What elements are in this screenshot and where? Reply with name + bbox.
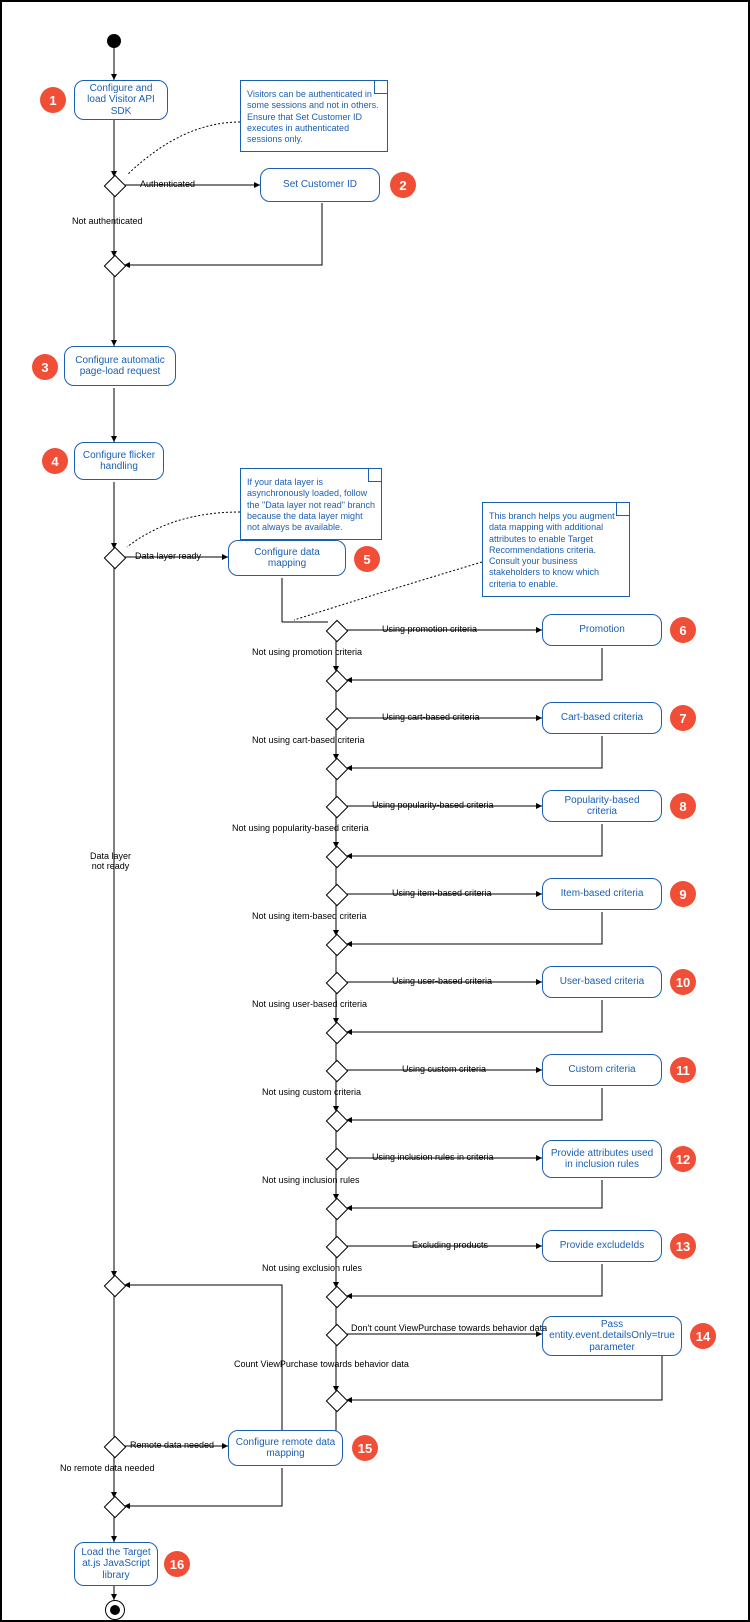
step-1: Configure and load Visitor API SDK: [74, 80, 168, 120]
step-3: Configure automatic page-load request: [64, 346, 176, 386]
label-dcv: Don't count ViewPurchase towards behavio…: [351, 1324, 547, 1334]
badge-10: 10: [670, 969, 696, 995]
label-nucb: Not using cart-based criteria: [252, 736, 365, 746]
badge-12: 12: [670, 1146, 696, 1172]
label-uib: Using item-based criteria: [392, 889, 492, 899]
note-1: Visitors can be authenticated in some se…: [240, 80, 388, 152]
step-9: Item-based criteria: [542, 878, 662, 910]
label-not-authenticated: Not authenticated: [72, 217, 143, 227]
end-node: [105, 1600, 125, 1620]
label-nupc: Not using promotion criteria: [252, 648, 362, 658]
label-nupb: Not using popularity-based criteria: [232, 824, 369, 834]
note-3: This branch helps you augment data mappi…: [482, 502, 630, 597]
badge-5: 5: [354, 546, 380, 572]
badge-9: 9: [670, 881, 696, 907]
step-11: Custom criteria: [542, 1054, 662, 1086]
step-4: Configure flicker handling: [74, 442, 164, 480]
label-nuub: Not using user-based criteria: [252, 1000, 367, 1010]
badge-15: 15: [352, 1435, 378, 1461]
badge-13: 13: [670, 1233, 696, 1259]
step-6: Promotion: [542, 614, 662, 646]
step-16: Load the Target at.js JavaScript library: [74, 1542, 158, 1586]
start-node: [107, 34, 121, 48]
badge-6: 6: [670, 617, 696, 643]
label-cvp: Count ViewPurchase towards behavior data: [234, 1360, 409, 1370]
badge-7: 7: [670, 705, 696, 731]
label-nucc: Not using custom criteria: [262, 1088, 361, 1098]
label-uir: Using inclusion rules in criteria: [372, 1153, 494, 1163]
label-ucb: Using cart-based criteria: [382, 713, 480, 723]
label-ucc: Using custom criteria: [402, 1065, 486, 1075]
step-7: Cart-based criteria: [542, 702, 662, 734]
badge-8: 8: [670, 793, 696, 819]
label-nexc: Not using exclusion rules: [262, 1264, 362, 1274]
label-upc: Using promotion criteria: [382, 625, 477, 635]
step-8: Popularity-based criteria: [542, 790, 662, 822]
badge-2: 2: [390, 172, 416, 198]
label-upb: Using popularity-based criteria: [372, 801, 494, 811]
label-exc: Excluding products: [412, 1241, 488, 1251]
note-2: If your data layer is asynchronously loa…: [240, 468, 382, 540]
label-nuib: Not using item-based criteria: [252, 912, 367, 922]
label-dl-notready: Data layer not ready: [90, 852, 131, 872]
step-14: Pass entity.event.detailsOnly=true param…: [542, 1316, 682, 1356]
badge-1: 1: [40, 87, 66, 113]
badge-14: 14: [690, 1323, 716, 1349]
label-authenticated: Authenticated: [140, 180, 195, 190]
badge-4: 4: [42, 448, 68, 474]
step-12: Provide attributes used in inclusion rul…: [542, 1140, 662, 1178]
badge-3: 3: [32, 354, 58, 380]
step-13: Provide excludeIds: [542, 1230, 662, 1262]
badge-11: 11: [670, 1057, 696, 1083]
step-15: Configure remote data mapping: [228, 1430, 343, 1466]
label-rdn: Remote data needed: [130, 1441, 214, 1451]
label-uub: Using user-based criteria: [392, 977, 492, 987]
label-nuir: Not using inclusion rules: [262, 1176, 360, 1186]
step-10: User-based criteria: [542, 966, 662, 998]
label-dl-ready: Data layer ready: [135, 552, 201, 562]
step-5: Configure data mapping: [228, 540, 346, 576]
badge-16: 16: [164, 1551, 190, 1577]
label-nrdn: No remote data needed: [60, 1464, 155, 1474]
step-2: Set Customer ID: [260, 168, 380, 202]
